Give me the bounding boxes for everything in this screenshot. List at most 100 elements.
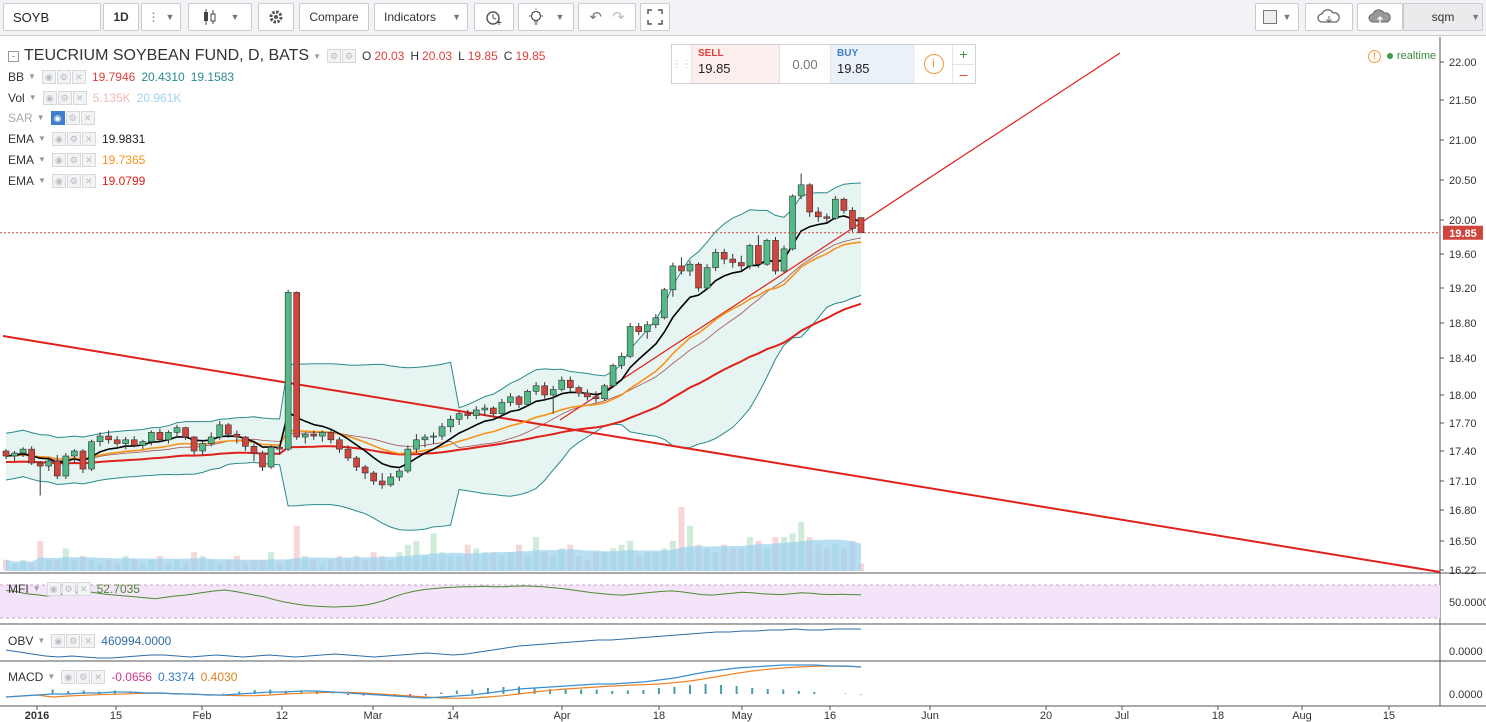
legend-controls[interactable]: ◉ ⚙ ✕ <box>51 174 96 188</box>
legend-obv[interactable]: OBV ▼ ◉ ⚙ ✕ 460994.0000 <box>8 633 177 649</box>
chevron-down-icon[interactable]: ▼ <box>33 581 41 597</box>
gear-icon: ⚙ <box>61 582 76 596</box>
chevron-down-icon: ▼ <box>1471 12 1480 22</box>
candle-up <box>71 450 78 457</box>
realtime-status: ! realtime <box>1368 48 1436 64</box>
candle-down <box>720 252 728 260</box>
indicators-button[interactable]: Indicators ▼ <box>374 3 468 31</box>
chevron-down-icon: ▼ <box>165 12 175 22</box>
candle-up <box>532 385 540 392</box>
legend-controls[interactable]: ◉ ⚙ ✕ <box>51 634 96 648</box>
chevron-down-icon[interactable]: ▼ <box>28 69 36 85</box>
fullscreen-button[interactable] <box>640 3 670 31</box>
legend-controls[interactable]: ◉ ⚙ ✕ <box>61 670 106 684</box>
candle-down <box>344 448 352 459</box>
legend-controls[interactable]: ◉ ⚙ ✕ <box>50 111 95 125</box>
settings-icon[interactable]: ⚙ <box>326 49 341 63</box>
candle-up <box>652 317 660 326</box>
legend-controls[interactable]: ◉ ⚙ ✕ <box>51 153 96 167</box>
info-button[interactable]: i <box>915 45 952 83</box>
series-controls[interactable]: ⚙ ⚙ <box>326 49 356 63</box>
close-icon: ✕ <box>81 153 96 167</box>
ideas-button[interactable]: ▼ <box>518 3 574 31</box>
cloud-save-button[interactable] <box>1357 3 1403 31</box>
candle-down <box>806 184 814 213</box>
price-tick-label: 21.50 <box>1449 95 1477 107</box>
candle-up <box>669 265 677 291</box>
collapse-icon[interactable]: - <box>8 50 19 62</box>
chevron-down-icon[interactable]: ▼ <box>38 152 46 168</box>
top-toolbar: SOYB 1D ⋮ ▼ ▼ Compare Indicators ▼ ▼ ↶ ↷ … <box>0 0 1486 36</box>
candle-down <box>814 211 822 218</box>
cloud-download-icon <box>1317 9 1340 23</box>
time-tick-label: 16 <box>824 710 836 722</box>
draw-tools-button[interactable]: ▼ <box>1255 3 1299 31</box>
close-icon: ✕ <box>72 91 87 105</box>
candle-down <box>678 265 685 272</box>
legend-controls[interactable]: ◉ ⚙ ✕ <box>46 582 91 596</box>
legend-controls[interactable]: ◉ ⚙ ✕ <box>41 70 86 84</box>
candle-up <box>686 263 694 272</box>
price-tick-label: 19.20 <box>1449 283 1477 295</box>
drag-handle-icon[interactable]: ⋮⋮ <box>672 45 692 83</box>
price-tick-label: 16.22 <box>1449 565 1477 577</box>
price-chart[interactable]: 19.85 22.00 21.50 21.00 20.50 20.00 19.60 19.20… <box>0 37 1486 722</box>
layout-name-button[interactable]: sqm ▼ <box>1403 3 1483 31</box>
sell-button[interactable]: SELL 19.85 <box>692 45 780 83</box>
interval-button[interactable]: 1D <box>103 3 139 31</box>
chevron-down-icon[interactable]: ▼ <box>37 110 45 126</box>
time-tick-label: Mar <box>364 710 383 722</box>
cloud-load-button[interactable] <box>1305 3 1353 31</box>
legend-controls[interactable]: ◉ ⚙ ✕ <box>42 91 87 105</box>
chevron-down-icon[interactable]: ▼ <box>37 633 45 649</box>
price-tick-label: 20.50 <box>1449 175 1477 187</box>
candle-up <box>618 355 625 366</box>
candle-down <box>79 450 87 470</box>
legend-bb[interactable]: BB ▼ ◉ ⚙ ✕ 19.7946 20.4310 19.1583 <box>8 69 240 85</box>
eye-icon: ◉ <box>51 132 66 146</box>
legend-ema-1[interactable]: EMA ▼ ◉ ⚙ ✕ 19.9831 <box>8 131 151 147</box>
candles-icon <box>203 9 216 25</box>
ohlc-open: O 20.03 <box>361 49 405 63</box>
time-tick-label: Feb <box>193 710 212 722</box>
legend-macd[interactable]: MACD ▼ ◉ ⚙ ✕ -0.0656 0.3374 0.4030 <box>8 669 243 685</box>
eye-icon: ◉ <box>41 70 56 84</box>
chevron-down-icon[interactable]: ▼ <box>38 131 46 147</box>
price-tick-label: 17.40 <box>1449 446 1477 458</box>
time-tick-label: 12 <box>276 710 288 722</box>
chevron-down-icon[interactable]: ▼ <box>38 173 46 189</box>
symbol-input[interactable]: SOYB <box>3 3 101 31</box>
price-tick-label: 21.00 <box>1449 135 1477 147</box>
candle-down <box>336 439 343 450</box>
settings-button[interactable] <box>258 3 294 31</box>
chevron-down-icon[interactable]: ▼ <box>29 90 37 106</box>
spread-value: 0.00 <box>792 56 818 72</box>
undo-icon[interactable]: ↶ <box>589 8 602 26</box>
gear-icon[interactable]: ⚙ <box>341 49 356 63</box>
legend-vol[interactable]: Vol ▼ ◉ ⚙ ✕ 5.135K 20.961K <box>8 90 187 106</box>
legend-controls[interactable]: ◉ ⚙ ✕ <box>51 132 96 146</box>
minus-icon[interactable]: – <box>953 65 974 84</box>
candle-up <box>549 389 557 396</box>
price-tick-label: 22.00 <box>1449 57 1477 69</box>
chart-type-button[interactable]: ▼ <box>188 3 252 31</box>
interval-dropdown[interactable]: ⋮ ▼ <box>141 3 181 31</box>
candle-up <box>609 365 617 387</box>
candle-down <box>635 326 643 333</box>
legend-ema-2[interactable]: EMA ▼ ◉ ⚙ ✕ 19.7365 <box>8 152 151 168</box>
legend-mfi[interactable]: MFI ▼ ◉ ⚙ ✕ 52.7035 <box>8 581 146 597</box>
plus-icon[interactable]: + <box>953 45 974 65</box>
chevron-down-icon[interactable]: ▼ <box>313 52 321 61</box>
compare-button[interactable]: Compare <box>299 3 369 31</box>
warning-icon[interactable]: ! <box>1368 49 1381 63</box>
candle-up <box>96 435 104 442</box>
buy-button[interactable]: BUY 19.85 <box>830 45 915 83</box>
candle-up <box>413 439 420 450</box>
legend-sar[interactable]: SAR ▼ ◉ ⚙ ✕ <box>8 110 101 126</box>
legend-ema-3[interactable]: EMA ▼ ◉ ⚙ ✕ 19.0799 <box>8 173 151 189</box>
compare-text: Compare <box>309 10 359 24</box>
symbol-text: SOYB <box>13 9 50 25</box>
redo-icon[interactable]: ↷ <box>612 8 625 26</box>
alert-button[interactable] <box>474 3 514 31</box>
chevron-down-icon[interactable]: ▼ <box>47 669 55 685</box>
